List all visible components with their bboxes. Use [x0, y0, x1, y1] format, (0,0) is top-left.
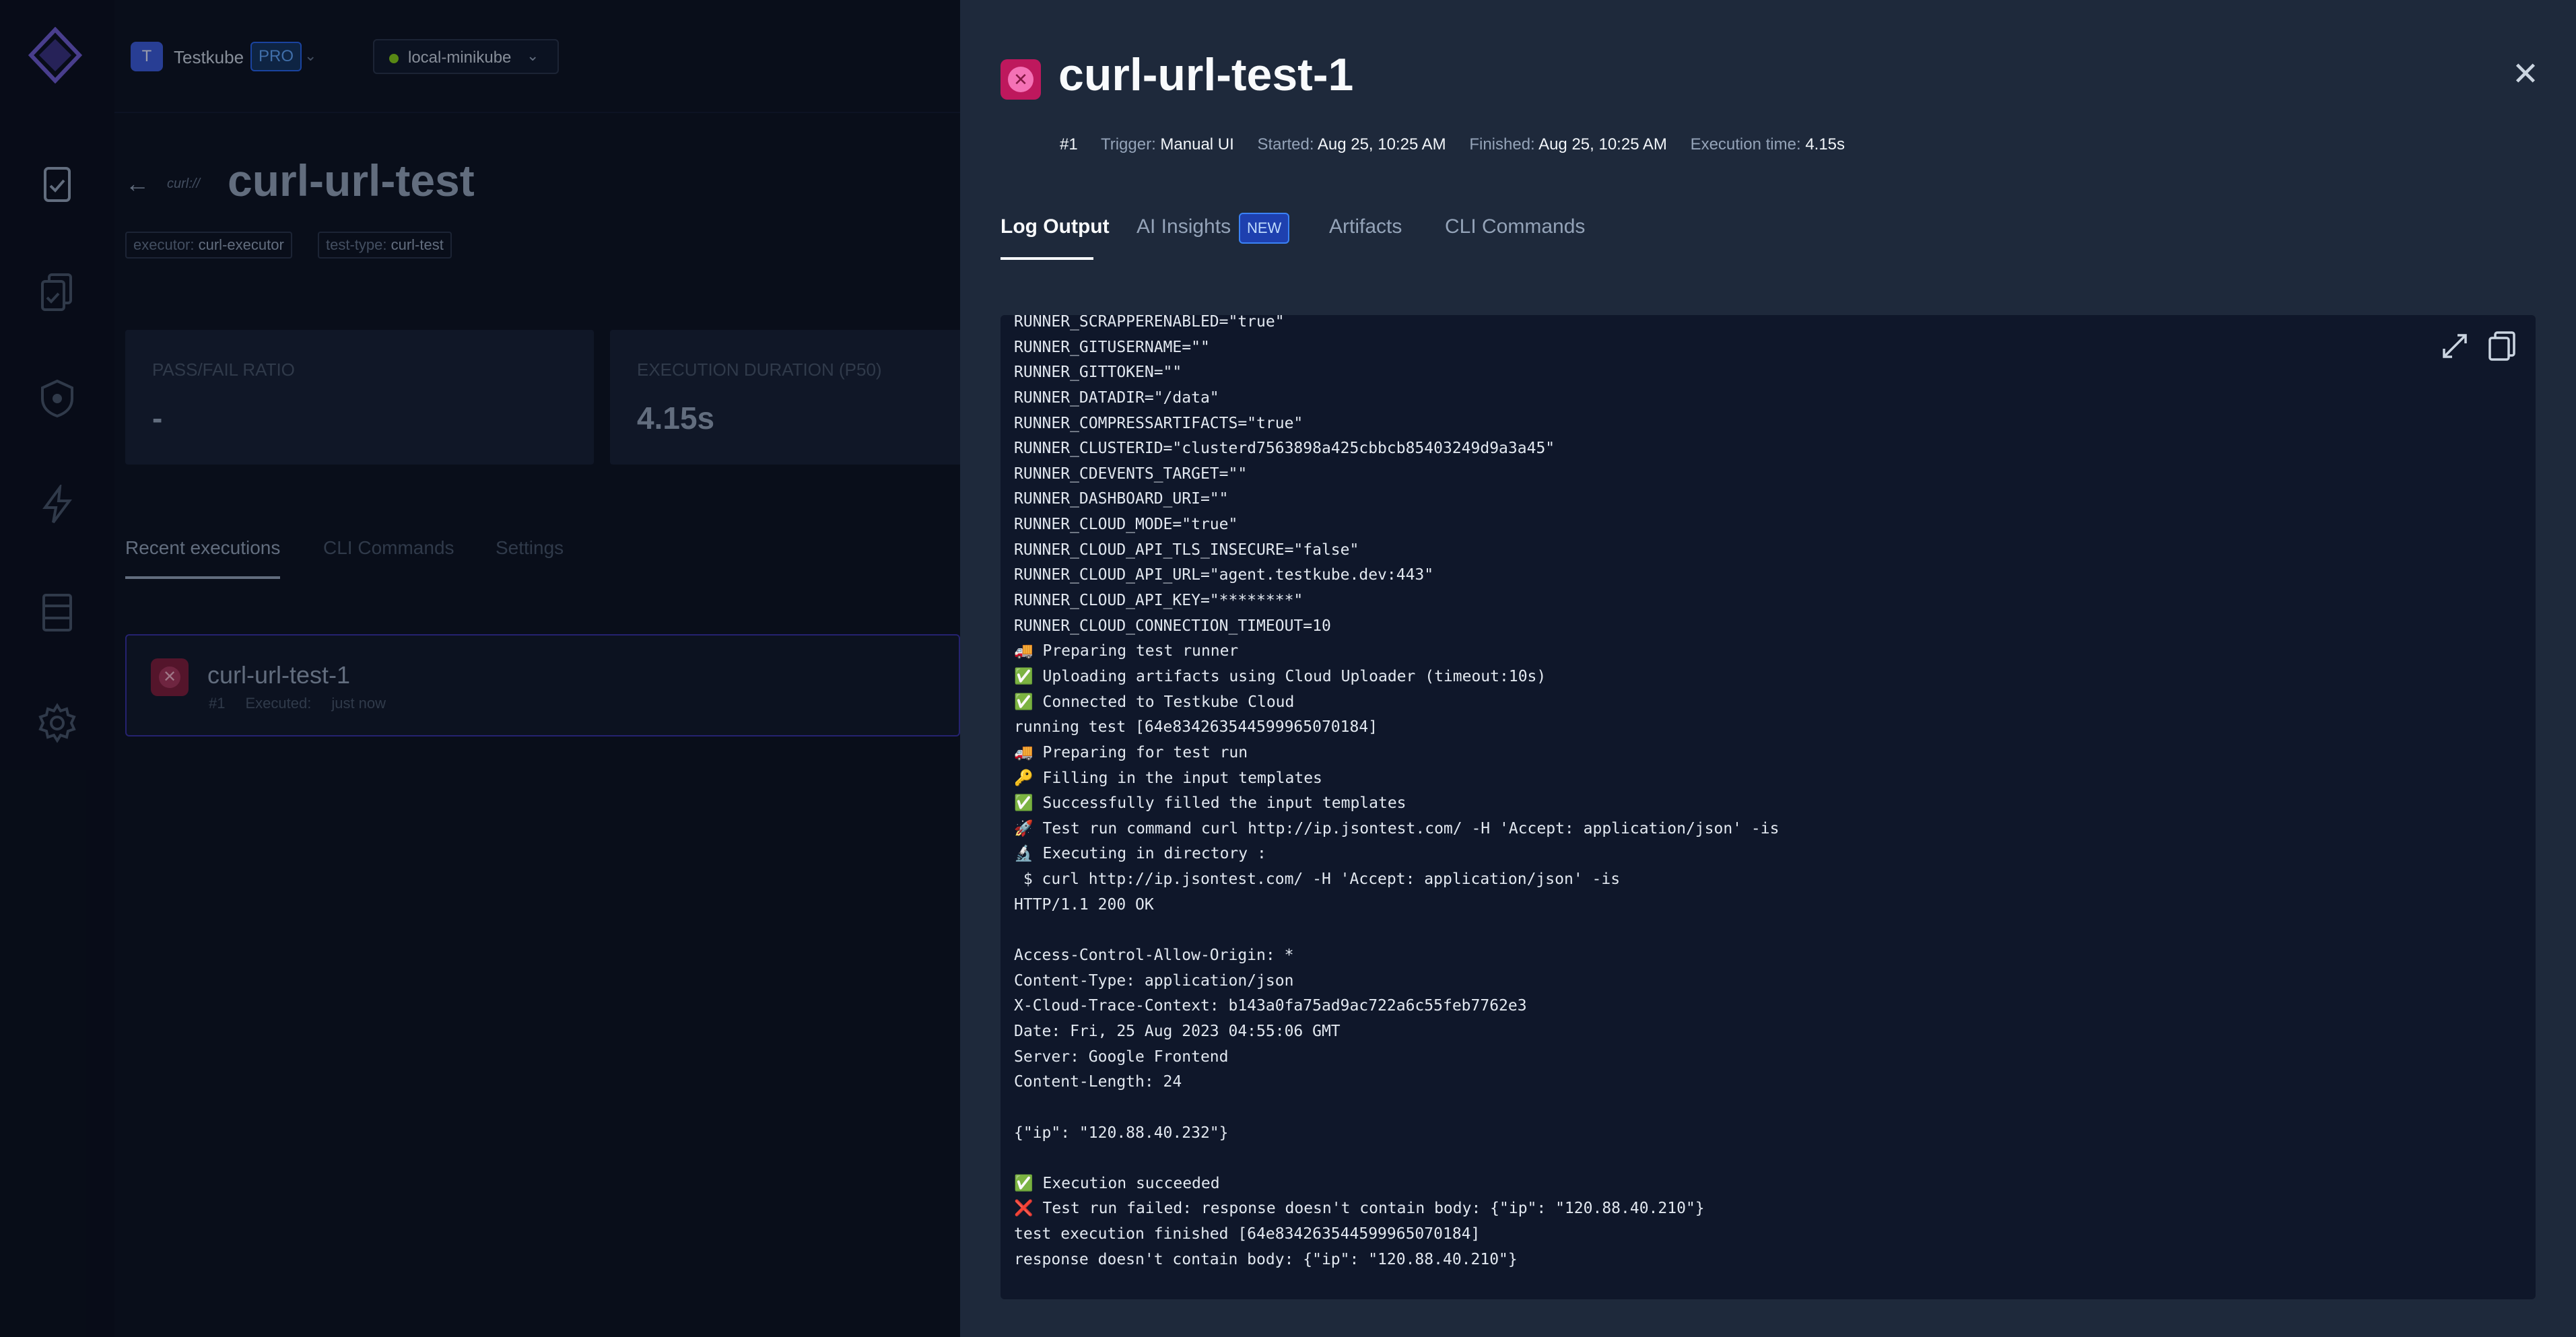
execution-meta-row: #1 Trigger: Manual UI Started: Aug 25, 1…	[1060, 135, 1864, 154]
log-line: Content-Length: 24	[1014, 1073, 1182, 1091]
log-line: ❌ Test run failed: response doesn't cont…	[1014, 1200, 1705, 1218]
log-line: ✅ Successfully filled the input template…	[1014, 794, 1406, 813]
log-line: RUNNER_CLOUD_API_URL="agent.testkube.dev…	[1014, 566, 1434, 584]
execution-title: curl-url-test-1	[1058, 49, 1354, 100]
log-line: ✅ Execution succeeded	[1014, 1174, 1220, 1192]
log-line: X-Cloud-Trace-Context: b143a0fa75ad9ac72…	[1014, 997, 1527, 1015]
log-line: RUNNER_CLOUD_CONNECTION_TIMEOUT=10	[1014, 617, 1331, 635]
log-line: Content-Type: application/json	[1014, 971, 1294, 990]
finished-info: Finished: Aug 25, 10:25 AM	[1469, 135, 1667, 153]
log-line: RUNNER_CLOUD_API_KEY="********"	[1014, 592, 1303, 610]
log-line: RUNNER_DASHBOARD_URI=""	[1014, 490, 1229, 508]
log-line: 🚚 Preparing test runner	[1014, 642, 1239, 660]
expand-icon[interactable]	[2439, 330, 2471, 362]
log-line: RUNNER_SCRAPPERENABLED="true"	[1014, 315, 1285, 331]
log-line: ✅ Connected to Testkube Cloud	[1014, 693, 1295, 711]
log-line: running test [64e834263544599965070184]	[1014, 718, 1378, 736]
run-number: #1	[1060, 135, 1078, 153]
log-lines: RUNNER_SCRAPPERENABLED="true" RUNNER_GITU…	[1014, 315, 2462, 1272]
tab-cli-commands[interactable]: CLI Commands	[1445, 215, 1585, 238]
failed-status-icon: ✕	[1001, 59, 1041, 100]
drawer-backdrop[interactable]	[0, 0, 960, 1337]
execution-time-info: Execution time: 4.15s	[1690, 135, 1845, 153]
trigger-info: Trigger: Manual UI	[1100, 135, 1234, 153]
log-line: 🚀 Test run command curl http://ip.jsonte…	[1014, 819, 1780, 837]
log-line: response doesn't contain body: {"ip": "1…	[1014, 1250, 1518, 1268]
log-line: Access-Control-Allow-Origin: *	[1014, 947, 1294, 965]
tab-log-output[interactable]: Log Output	[1001, 215, 1110, 238]
log-line: RUNNER_CDEVENTS_TARGET=""	[1014, 465, 1248, 483]
log-line: RUNNER_CLOUD_MODE="true"	[1014, 516, 1238, 534]
execution-details-drawer: ✕ curl-url-test-1 ✕ #1 Trigger: Manual U…	[960, 0, 2576, 1337]
log-line: ✅ Uploading artifacts using Cloud Upload…	[1014, 667, 1547, 685]
new-badge: NEW	[1239, 213, 1290, 244]
log-line: RUNNER_CLUSTERID="clusterd7563898a425cbb…	[1014, 440, 1555, 458]
started-info: Started: Aug 25, 10:25 AM	[1257, 135, 1446, 153]
tab-ai-insights[interactable]: AI Insights	[1137, 215, 1231, 238]
log-line: RUNNER_COMPRESSARTIFACTS="true"	[1014, 414, 1303, 432]
copy-icon[interactable]	[2486, 330, 2518, 362]
log-line: 🔑 Filling in the input templates	[1014, 769, 1322, 787]
log-line: Date: Fri, 25 Aug 2023 04:55:06 GMT	[1014, 1022, 1341, 1040]
log-line: 🔬 Executing in directory :	[1014, 845, 1266, 863]
log-line: {"ip": "120.88.40.232"}	[1014, 1124, 1229, 1142]
log-line: 🚚 Preparing for test run	[1014, 743, 1248, 761]
log-line: Server: Google Frontend	[1014, 1048, 1229, 1066]
log-line: test execution finished [64e834263544599…	[1014, 1225, 1481, 1243]
active-tab-indicator	[1001, 257, 1093, 260]
log-line: RUNNER_DATADIR="/data"	[1014, 388, 1219, 407]
log-line: HTTP/1.1 200 OK	[1014, 895, 1154, 914]
tab-artifacts[interactable]: Artifacts	[1329, 215, 1402, 238]
log-output-panel[interactable]: RUNNER_SCRAPPERENABLED="true" RUNNER_GITU…	[1001, 315, 2536, 1299]
log-line: $ curl http://ip.jsontest.com/ -H 'Accep…	[1014, 870, 1621, 889]
close-button[interactable]: ✕	[2509, 58, 2542, 92]
log-line: RUNNER_GITUSERNAME=""	[1014, 338, 1210, 356]
log-line: RUNNER_GITTOKEN=""	[1014, 364, 1182, 382]
log-line: RUNNER_CLOUD_API_TLS_INSECURE="false"	[1014, 541, 1359, 559]
